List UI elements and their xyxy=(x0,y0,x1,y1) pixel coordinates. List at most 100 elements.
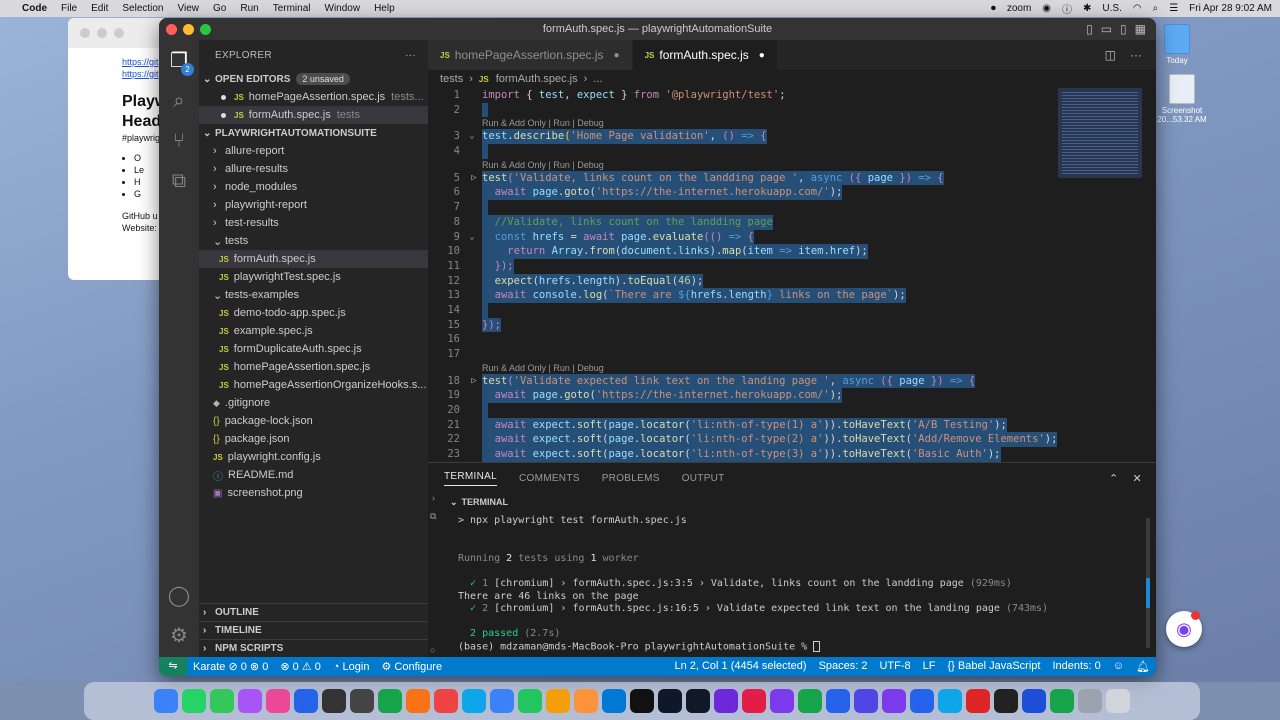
terminal-group-header[interactable]: ⌄ TERMINAL xyxy=(428,493,1156,511)
code-line[interactable]: 7 xyxy=(428,200,1156,215)
open-editor-item[interactable]: JS homePageAssertion.spec.js tests... xyxy=(199,88,428,106)
code-line[interactable]: 5 ▷ test('Validate, links count on the lan… xyxy=(428,170,1156,186)
bluetooth-icon[interactable]: ✱ xyxy=(1083,3,1091,14)
close-panel-icon[interactable]: ✕ xyxy=(1132,472,1142,485)
code-line[interactable]: 10 return Array.from(document.links).map… xyxy=(428,244,1156,259)
dock-app-icon[interactable] xyxy=(574,689,598,713)
code-line[interactable]: 4 xyxy=(428,144,1156,159)
breadcrumb-file[interactable]: formAuth.spec.js xyxy=(496,73,578,85)
more-actions-icon[interactable]: ··· xyxy=(1130,48,1142,62)
file-item[interactable]: ⓘ README.md xyxy=(199,466,428,484)
npm-scripts-section[interactable]: › NPM SCRIPTS xyxy=(199,639,428,657)
dock-app-icon[interactable] xyxy=(854,689,878,713)
panel-tab-comments[interactable]: COMMENTS xyxy=(519,473,580,484)
unsaved-dot-icon[interactable]: ● xyxy=(759,50,765,61)
shell-prompt[interactable]: (base) mdzaman@mds-MacBook-Pro playwrigh… xyxy=(458,640,1138,654)
panel-tab-output[interactable]: OUTPUT xyxy=(682,473,725,484)
dock-app-icon[interactable] xyxy=(1022,689,1046,713)
code-line[interactable]: 17 xyxy=(428,347,1156,362)
file-item[interactable]: JS homePageAssertion.spec.js xyxy=(199,358,428,376)
minimap[interactable] xyxy=(1058,88,1142,178)
dock-app-icon[interactable] xyxy=(210,689,234,713)
search-icon[interactable]: ⌕ xyxy=(1153,3,1159,14)
dock-app-icon[interactable] xyxy=(602,689,626,713)
dock-app-icon[interactable] xyxy=(434,689,458,713)
clock[interactable]: Fri Apr 28 9:02 AM xyxy=(1189,3,1272,14)
code-line[interactable]: 18 ▷ test('Validate expected link text on … xyxy=(428,373,1156,389)
record-icon[interactable]: ⏺ xyxy=(991,3,996,14)
maximize-window-button[interactable] xyxy=(200,24,211,35)
codelens[interactable]: Run & Add Only | Run | Debug xyxy=(428,159,1156,171)
dock-app-icon[interactable] xyxy=(798,689,822,713)
problems-status[interactable]: ⊗ 0 ⚠ 0 xyxy=(274,660,326,673)
zoom-icon[interactable]: zoom xyxy=(1007,3,1031,14)
dock-app-icon[interactable] xyxy=(266,689,290,713)
code-line[interactable]: 14 xyxy=(428,302,1156,318)
outline-section[interactable]: › OUTLINE xyxy=(199,603,428,621)
dock-app-icon[interactable] xyxy=(966,689,990,713)
toggle-secondary-sidebar-icon[interactable]: ▯ xyxy=(1120,22,1127,36)
input-source[interactable]: U.S. xyxy=(1102,3,1121,14)
code-line[interactable]: 2 xyxy=(428,102,1156,118)
menu-item-selection[interactable]: Selection xyxy=(122,3,163,14)
split-editor-icon[interactable]: ◫ xyxy=(1105,48,1116,62)
account-icon[interactable]: ◯ xyxy=(168,583,190,609)
dock-app-icon[interactable] xyxy=(1050,689,1074,713)
project-header[interactable]: ⌄ PLAYWRIGHTAUTOMATIONSUITE xyxy=(199,124,428,142)
dock-app-icon[interactable] xyxy=(406,689,430,713)
more-actions-icon[interactable]: ··· xyxy=(405,50,416,61)
file-item[interactable]: ▣ screenshot.png xyxy=(199,484,428,502)
explorer-icon[interactable]: ❐ 2 xyxy=(170,48,194,76)
dock-app-icon[interactable] xyxy=(742,689,766,713)
file-item[interactable]: JS playwrightTest.spec.js xyxy=(199,268,428,286)
run-test-icon[interactable]: ▷ xyxy=(468,374,480,389)
wifi-icon[interactable]: ◠ xyxy=(1133,3,1142,14)
dock-app-icon[interactable] xyxy=(994,689,1018,713)
menu-item-go[interactable]: Go xyxy=(213,3,226,14)
dock-app-icon[interactable] xyxy=(938,689,962,713)
bell-icon[interactable]: 🔔︎ xyxy=(1130,660,1156,673)
gear-icon[interactable]: ⚙ xyxy=(170,623,188,649)
dock-app-icon[interactable] xyxy=(378,689,402,713)
dock-app-icon[interactable] xyxy=(462,689,486,713)
dock-app-icon[interactable] xyxy=(910,689,934,713)
toggle-panel-icon[interactable]: ▭ xyxy=(1101,22,1112,36)
panel-tab-problems[interactable]: PROBLEMS xyxy=(602,473,660,484)
open-editor-item[interactable]: JS formAuth.spec.js tests xyxy=(199,106,428,124)
folder-item[interactable]: ⌄ tests xyxy=(199,232,428,250)
code-line[interactable]: 12 expect(hrefs.length).toEqual(46); xyxy=(428,273,1156,289)
fold-chevron-icon[interactable]: ⌄ xyxy=(466,129,478,144)
dock-app-icon[interactable] xyxy=(630,689,654,713)
customize-layout-icon[interactable]: ▦ xyxy=(1135,22,1146,36)
code-line[interactable]: 22 await expect.soft(page.locator('li:nt… xyxy=(428,432,1156,448)
dock-app-icon[interactable] xyxy=(658,689,682,713)
file-item[interactable]: {} package-lock.json xyxy=(199,412,428,430)
terminal-focus-icon[interactable]: ⧉ xyxy=(430,511,436,522)
file-item[interactable]: ◆ .gitignore xyxy=(199,394,428,412)
menubar-app-name[interactable]: Code xyxy=(22,3,47,14)
dock-app-icon[interactable] xyxy=(826,689,850,713)
folder-item[interactable]: › test-results xyxy=(199,214,428,232)
code-editor[interactable]: 1 import { test, expect } from '@playwrig… xyxy=(428,88,1156,462)
dock-app-icon[interactable] xyxy=(686,689,710,713)
folder-item[interactable]: › playwright-report xyxy=(199,196,428,214)
code-line[interactable]: 23 await expect.soft(page.locator('li:nt… xyxy=(428,447,1156,462)
end-of-line[interactable]: LF xyxy=(917,660,942,673)
language-mode[interactable]: {} Babel JavaScript xyxy=(942,660,1047,673)
breadcrumb-folder[interactable]: tests xyxy=(440,73,463,85)
close-dot[interactable] xyxy=(80,28,90,38)
indentation[interactable]: Spaces: 2 xyxy=(813,660,874,673)
breadcrumb-more[interactable]: ... xyxy=(593,73,602,85)
open-editors-header[interactable]: ⌄ OPEN EDITORS 2 unsaved xyxy=(199,70,428,88)
karate-status[interactable]: Karate ⊘ 0 ⊗ 0 xyxy=(187,660,274,673)
run-test-icon[interactable]: ▷ xyxy=(468,171,480,186)
encoding[interactable]: UTF-8 xyxy=(873,660,916,673)
code-line[interactable]: 9 ⌄ const hrefs = await page.evaluate(() … xyxy=(428,229,1156,245)
dock-app-icon[interactable] xyxy=(322,689,346,713)
file-item[interactable]: JS playwright.config.js xyxy=(199,448,428,466)
messenger-bubble-icon[interactable]: ◉ xyxy=(1166,611,1202,647)
maximize-panel-icon[interactable]: ⌃ xyxy=(1109,472,1119,485)
code-line[interactable]: 21 await expect.soft(page.locator('li:nt… xyxy=(428,417,1156,433)
folder-item[interactable]: › allure-report xyxy=(199,142,428,160)
editor-tab[interactable]: JS homePageAssertion.spec.js ● xyxy=(428,40,633,70)
